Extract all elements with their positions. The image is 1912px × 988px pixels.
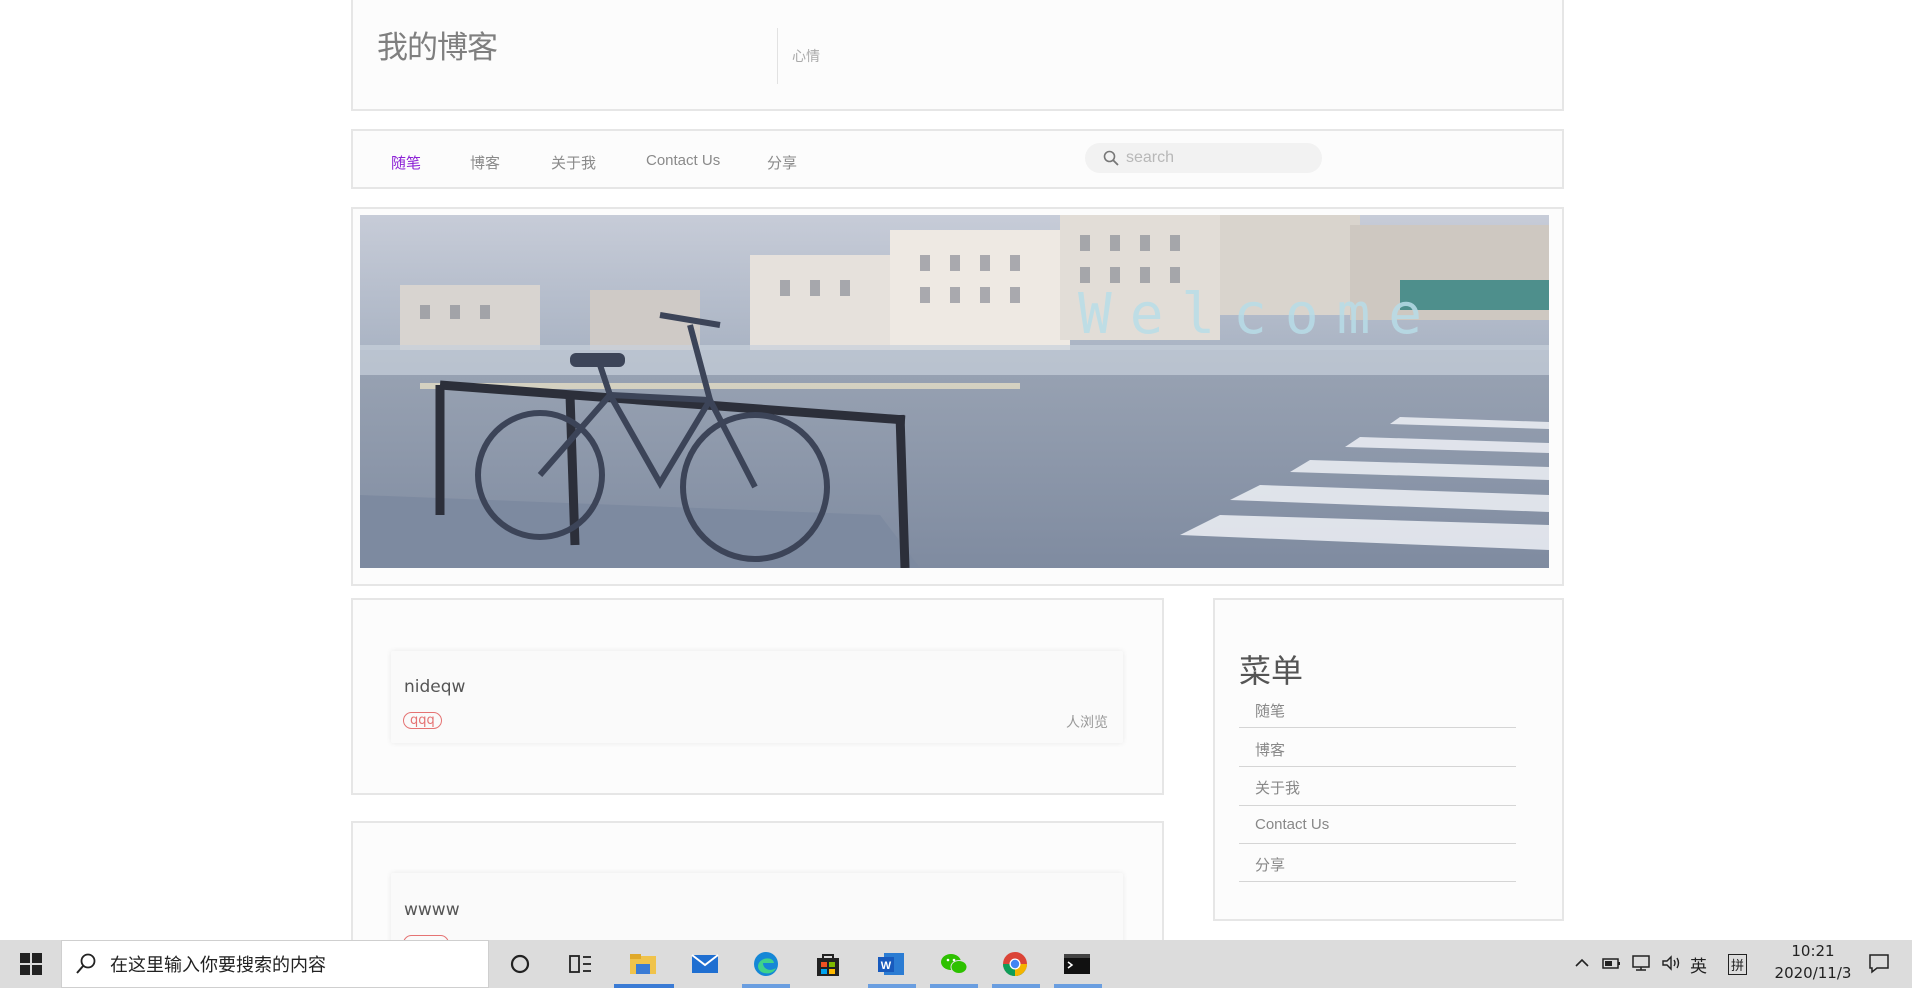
post-tag[interactable]: qqq bbox=[403, 712, 442, 729]
edge-icon[interactable] bbox=[751, 950, 781, 978]
wechat-icon[interactable] bbox=[939, 950, 969, 978]
sidebar-item-blog[interactable]: 博客 bbox=[1255, 739, 1285, 760]
nav-item-suibi[interactable]: 随笔 bbox=[391, 152, 421, 173]
clock-time[interactable]: 10:21 bbox=[1768, 942, 1858, 960]
network-icon[interactable] bbox=[1630, 954, 1652, 972]
site-title[interactable]: 我的博客 bbox=[377, 22, 498, 67]
taskbar-search-placeholder[interactable]: 在这里输入你要搜索的内容 bbox=[110, 951, 326, 977]
nav-item-blog[interactable]: 博客 bbox=[470, 152, 500, 173]
running-app-indicator bbox=[868, 984, 916, 988]
running-app-indicator bbox=[742, 984, 790, 988]
ime-language-indicator[interactable]: 英 bbox=[1690, 952, 1707, 977]
sidebar-divider bbox=[1239, 805, 1516, 806]
post-item[interactable] bbox=[391, 651, 1123, 743]
clock-date[interactable]: 2020/11/3 bbox=[1768, 964, 1858, 982]
notification-center-icon[interactable] bbox=[1867, 952, 1891, 974]
battery-icon[interactable] bbox=[1600, 954, 1622, 972]
sidebar-divider bbox=[1239, 727, 1516, 728]
running-app-indicator bbox=[930, 984, 978, 988]
nav-item-share[interactable]: 分享 bbox=[767, 152, 797, 173]
cortana-icon[interactable] bbox=[505, 950, 535, 978]
search-icon bbox=[76, 953, 96, 974]
sidebar-divider bbox=[1239, 843, 1516, 844]
sidebar-item-contact[interactable]: Contact Us bbox=[1255, 816, 1329, 833]
chevron-up-icon[interactable] bbox=[1573, 954, 1591, 972]
svg-text:W: W bbox=[881, 960, 892, 972]
sidebar-divider bbox=[1239, 881, 1516, 882]
sidebar-item-about[interactable]: 关于我 bbox=[1255, 777, 1300, 798]
mail-icon[interactable] bbox=[690, 950, 720, 978]
sidebar-title: 菜单 bbox=[1239, 652, 1304, 690]
volume-icon[interactable] bbox=[1660, 954, 1682, 972]
header-divider bbox=[777, 28, 778, 84]
street-bicycle-photo bbox=[360, 215, 1549, 568]
search-input[interactable] bbox=[1124, 146, 1314, 170]
site-subtitle: 心情 bbox=[792, 49, 820, 65]
main-nav bbox=[351, 129, 1564, 189]
running-app-indicator bbox=[992, 984, 1040, 988]
banner-image bbox=[360, 215, 1549, 568]
post-views: 人浏览 bbox=[1066, 715, 1108, 731]
sidebar-divider bbox=[1239, 766, 1516, 767]
start-icon[interactable] bbox=[20, 953, 42, 975]
blog-header bbox=[351, 0, 1564, 111]
search-icon bbox=[1103, 150, 1119, 166]
terminal-icon[interactable] bbox=[1062, 950, 1092, 978]
store-icon[interactable] bbox=[813, 950, 843, 978]
running-app-indicator bbox=[1054, 984, 1102, 988]
word-icon[interactable]: W bbox=[876, 950, 906, 978]
chrome-icon[interactable] bbox=[1000, 950, 1030, 978]
sidebar-item-share[interactable]: 分享 bbox=[1255, 854, 1285, 875]
sidebar-item-suibi[interactable]: 随笔 bbox=[1255, 700, 1285, 721]
banner-welcome-text: Welcome bbox=[1078, 282, 1441, 347]
active-app-indicator bbox=[614, 984, 674, 988]
file-explorer-icon[interactable] bbox=[628, 950, 658, 978]
nav-item-contact[interactable]: Contact Us bbox=[646, 152, 720, 169]
post-title[interactable]: nideqw bbox=[404, 677, 465, 697]
ime-mode-indicator[interactable]: 拼 bbox=[1728, 954, 1748, 975]
task-view-icon[interactable] bbox=[565, 950, 595, 978]
nav-item-about[interactable]: 关于我 bbox=[551, 152, 596, 173]
post-title[interactable]: wwww bbox=[404, 900, 460, 920]
